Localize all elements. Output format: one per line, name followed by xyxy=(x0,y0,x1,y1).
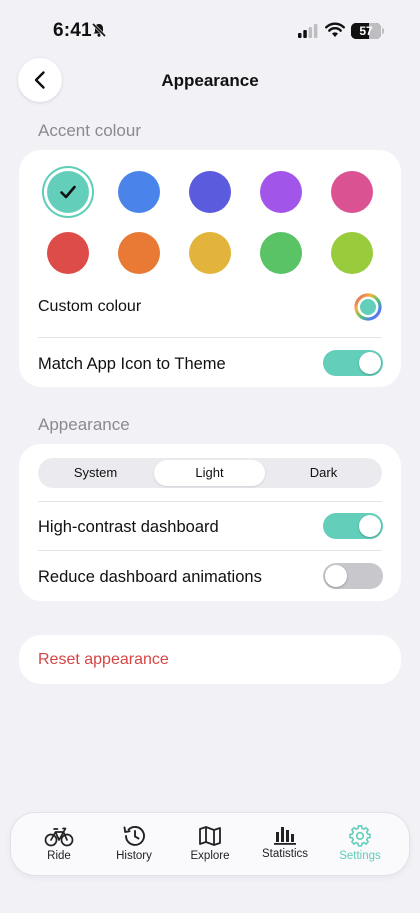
status-bar: 6:41 57 xyxy=(0,0,420,60)
segment-light[interactable]: Light xyxy=(154,460,265,486)
accent-swatch[interactable] xyxy=(118,171,160,213)
divider xyxy=(38,550,382,551)
theme-segmented-control: System Light Dark xyxy=(38,458,382,488)
divider xyxy=(38,501,382,502)
divider xyxy=(38,337,382,338)
color-picker-icon[interactable] xyxy=(354,293,382,321)
cellular-signal-icon xyxy=(298,24,318,38)
high-contrast-label: High-contrast dashboard xyxy=(38,518,219,536)
match-app-icon-toggle[interactable] xyxy=(323,350,383,376)
match-app-icon-label: Match App Icon to Theme xyxy=(38,355,226,373)
accent-swatch[interactable] xyxy=(260,232,302,274)
battery-indicator: 57 xyxy=(351,23,381,39)
custom-colour-label: Custom colour xyxy=(38,298,142,315)
accent-swatch[interactable] xyxy=(260,171,302,213)
wifi-icon xyxy=(325,22,345,37)
bar-chart-icon xyxy=(274,827,296,845)
tab-explore-label: Explore xyxy=(190,850,230,862)
status-time: 6:41 xyxy=(53,20,92,41)
appearance-section-header: Appearance xyxy=(38,415,130,434)
bell-muted-icon xyxy=(91,22,107,38)
battery-cap xyxy=(382,28,384,34)
accent-swatch[interactable] xyxy=(331,171,373,213)
reduce-animations-label: Reduce dashboard animations xyxy=(38,568,262,586)
history-clock-icon xyxy=(123,825,145,846)
reduce-animations-toggle[interactable] xyxy=(323,563,383,589)
checkmark-icon xyxy=(60,185,76,199)
segment-system[interactable]: System xyxy=(40,460,151,486)
accent-swatch[interactable] xyxy=(189,171,231,213)
tab-explore[interactable]: Explore xyxy=(173,813,247,875)
map-icon xyxy=(199,826,221,846)
toggle-knob xyxy=(359,352,381,374)
gear-icon xyxy=(349,825,371,847)
tab-settings[interactable]: Settings xyxy=(323,813,397,875)
appearance-card: System Light Dark High-contrast dashboar… xyxy=(19,444,401,601)
battery-level: 57 xyxy=(359,24,373,38)
segment-dark[interactable]: Dark xyxy=(268,460,379,486)
accent-swatch[interactable] xyxy=(118,232,160,274)
accent-swatch-selected[interactable] xyxy=(47,171,89,213)
toggle-knob xyxy=(359,515,381,537)
tab-settings-label: Settings xyxy=(339,850,381,862)
tab-statistics-label: Statistics xyxy=(261,848,308,860)
accent-section-header: Accent colour xyxy=(38,121,141,140)
reset-appearance-button[interactable]: Reset appearance xyxy=(19,635,401,684)
accent-swatch[interactable] xyxy=(47,232,89,274)
page-title: Appearance xyxy=(161,71,259,90)
accent-swatch[interactable] xyxy=(189,232,231,274)
tab-ride[interactable]: Ride xyxy=(22,813,96,875)
high-contrast-toggle[interactable] xyxy=(323,513,383,539)
tab-bar: Ride History Explore Statistics Settings xyxy=(11,813,409,875)
bicycle-icon xyxy=(44,827,74,847)
tab-history-label: History xyxy=(116,850,152,862)
toggle-knob xyxy=(325,565,347,587)
tab-history[interactable]: History xyxy=(97,813,171,875)
reset-appearance-label: Reset appearance xyxy=(38,651,169,668)
accent-swatch[interactable] xyxy=(331,232,373,274)
tab-ride-label: Ride xyxy=(47,850,71,862)
tab-statistics[interactable]: Statistics xyxy=(248,813,322,875)
accent-card: Custom colour Match App Icon to Theme xyxy=(19,150,401,387)
